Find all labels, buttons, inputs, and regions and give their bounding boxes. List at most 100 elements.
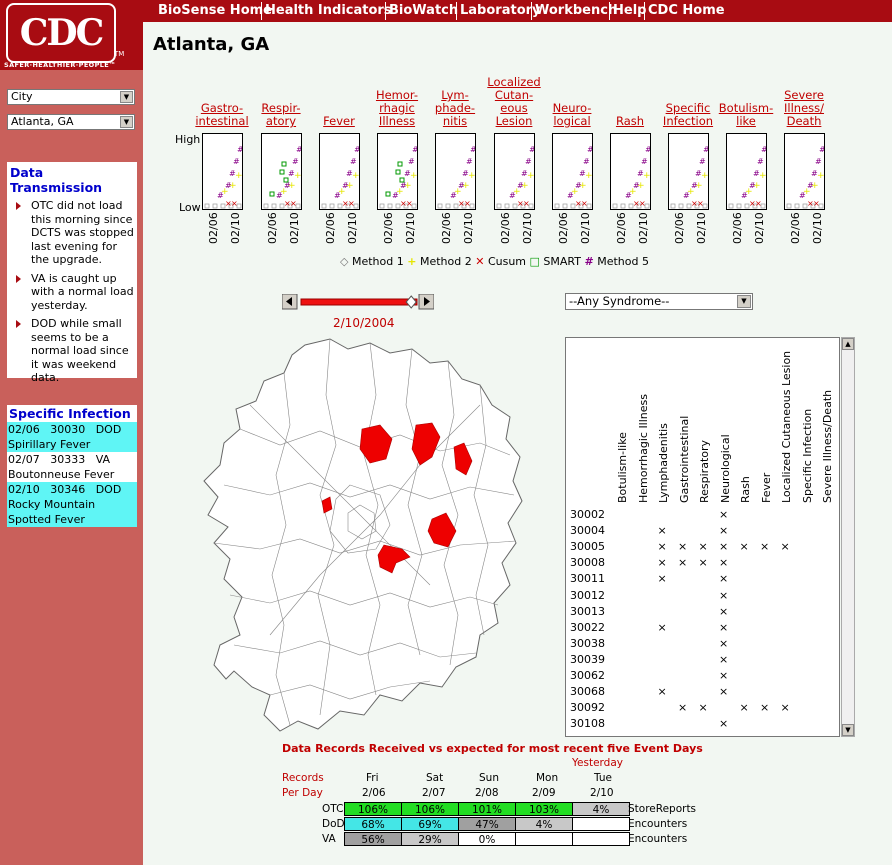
grid-zip-code[interactable]: 30008 bbox=[570, 556, 605, 569]
grid-zip-code[interactable]: 30011 bbox=[570, 572, 605, 585]
syndrome-link[interactable]: Respir- atory bbox=[261, 102, 300, 128]
grid-column-header: Localized Cutaneous Lesion bbox=[780, 350, 793, 503]
legend-symbol-icon: ◇ bbox=[340, 255, 349, 268]
mini-chart[interactable]: #####+++×× bbox=[784, 133, 826, 210]
grid-column-header: Fever bbox=[759, 472, 773, 503]
tick-label: 02/06 bbox=[557, 212, 570, 244]
grid-mark: × bbox=[719, 685, 729, 699]
method5-point: # bbox=[819, 145, 824, 154]
syndrome-link[interactable]: Hemor- rhagic Illness bbox=[376, 89, 418, 128]
method5-point: # bbox=[233, 157, 240, 166]
smart-point bbox=[395, 169, 401, 175]
grid-mark: × bbox=[657, 540, 667, 554]
specific-infection-item[interactable]: 02/06 30030 DOD Spirillary Fever bbox=[7, 422, 137, 452]
syndrome-zip-grid[interactable]: Botulism-like Hemorrhagic Illness Lymphade… bbox=[565, 337, 840, 737]
date-label: 2/06 bbox=[362, 787, 386, 799]
mini-chart[interactable]: #####+++×× bbox=[435, 133, 477, 210]
method1-point bbox=[204, 203, 210, 209]
chevron-down-icon[interactable]: ▼ bbox=[737, 295, 751, 308]
records-title: Data Records Received vs expected for mo… bbox=[282, 742, 703, 755]
specific-infection-title: Specific Infection bbox=[9, 406, 131, 421]
method2-point: + bbox=[346, 181, 354, 191]
syndrome-link[interactable]: Botulism- like bbox=[719, 102, 773, 128]
syndrome-select[interactable]: --Any Syndrome-- ▼ bbox=[565, 293, 753, 310]
mini-chart[interactable]: #####+++×× bbox=[377, 133, 419, 210]
grid-zip-code[interactable]: 30062 bbox=[570, 669, 605, 682]
grid-mark: × bbox=[719, 524, 729, 538]
grid-zip-code[interactable]: 30039 bbox=[570, 653, 605, 666]
cusum-point: × bbox=[464, 199, 471, 208]
smart-point bbox=[397, 161, 403, 167]
infection-meta: 02/06 30030 DOD bbox=[8, 422, 137, 437]
grid-zip-code[interactable]: 30108 bbox=[570, 717, 605, 730]
method2-point: + bbox=[338, 187, 346, 197]
method1-point bbox=[554, 203, 560, 209]
specific-infection-item[interactable]: 02/10 30346 DOD Rocky Mountain Spotted Fe… bbox=[7, 482, 137, 527]
grid-zip-code[interactable]: 30038 bbox=[570, 637, 605, 650]
grid-zip-code[interactable]: 30068 bbox=[570, 685, 605, 698]
infection-name: Boutonneuse Fever bbox=[8, 468, 115, 481]
syndrome-link[interactable]: Lym- phade- nitis bbox=[435, 89, 475, 128]
syndrome-link[interactable]: Neuro- logical bbox=[553, 102, 592, 128]
grid-mark: × bbox=[780, 701, 790, 715]
method2-point: + bbox=[759, 171, 766, 181]
method2-point: + bbox=[396, 187, 404, 197]
mini-chart[interactable]: #####+++×× bbox=[668, 133, 710, 210]
method2-point: + bbox=[811, 181, 819, 191]
method2-point: + bbox=[571, 187, 579, 197]
grid-zip-code[interactable]: 30013 bbox=[570, 605, 605, 618]
mini-chart[interactable]: #####+++×× bbox=[261, 133, 303, 210]
scroll-up-icon[interactable]: ▲ bbox=[842, 338, 854, 350]
scroll-down-icon[interactable]: ▼ bbox=[842, 724, 854, 736]
legend-symbol-icon: □ bbox=[529, 255, 540, 268]
method2-point: + bbox=[280, 187, 288, 197]
method5-point: # bbox=[237, 145, 242, 154]
grid-mark: × bbox=[657, 685, 667, 699]
mini-chart-plot: #####+++×× bbox=[263, 145, 303, 209]
syndrome-link[interactable]: Severe Illness/ Death bbox=[784, 89, 824, 128]
mini-chart[interactable]: #####+++×× bbox=[610, 133, 652, 210]
method2-point: + bbox=[695, 181, 703, 191]
tick-label: 02/10 bbox=[753, 212, 766, 244]
mini-chart[interactable]: #####+++×× bbox=[319, 133, 361, 210]
cusum-point: × bbox=[290, 199, 297, 208]
method1-point bbox=[496, 203, 502, 209]
grid-zip-code[interactable]: 30004 bbox=[570, 524, 605, 537]
method1-point bbox=[387, 203, 393, 209]
grid-mark: × bbox=[698, 701, 708, 715]
specific-infection-item[interactable]: 02/07 30333 VA Boutonneuse Fever bbox=[7, 452, 137, 482]
grid-zip-code[interactable]: 30092 bbox=[570, 701, 605, 714]
cusum-point: × bbox=[523, 199, 530, 208]
grid-zip-code[interactable]: 30012 bbox=[570, 589, 605, 602]
grid-mark: × bbox=[780, 540, 790, 554]
day-label: Sun bbox=[479, 772, 499, 784]
method1-point bbox=[329, 203, 335, 209]
grid-zip-code[interactable]: 30022 bbox=[570, 621, 605, 634]
slider-track[interactable] bbox=[300, 298, 418, 306]
slider-thumb[interactable] bbox=[405, 295, 417, 309]
record-type: Encounters bbox=[628, 818, 688, 830]
mini-chart[interactable]: #####+++×× bbox=[726, 133, 768, 210]
tick-label: 02/06 bbox=[324, 212, 337, 244]
method1-point bbox=[445, 203, 451, 209]
tick-label: 02/10 bbox=[404, 212, 417, 244]
method5-point: # bbox=[815, 157, 822, 166]
grid-zip-code[interactable]: 30002 bbox=[570, 508, 605, 521]
syndrome-link[interactable]: Rash bbox=[616, 115, 644, 128]
grid-zip-code[interactable]: 30005 bbox=[570, 540, 605, 553]
cusum-point: × bbox=[755, 199, 762, 208]
syndrome-link[interactable]: Fever bbox=[323, 115, 355, 128]
mini-chart[interactable]: #####+++×× bbox=[202, 133, 244, 210]
infection-zip: 30333 bbox=[50, 453, 86, 466]
date-label: 2/07 bbox=[422, 787, 446, 799]
syndrome-link[interactable]: Gastro- intestinal bbox=[195, 102, 248, 128]
mini-chart[interactable]: #####+++×× bbox=[552, 133, 594, 210]
zip-code-map[interactable] bbox=[180, 335, 525, 735]
method1-point bbox=[786, 203, 792, 209]
grid-scrollbar[interactable]: ▲ ▼ bbox=[841, 337, 855, 737]
syndrome-link[interactable]: Specific Infection bbox=[663, 102, 713, 128]
syndrome-link[interactable]: Localized Cutan- eous Lesion bbox=[487, 76, 540, 128]
transmission-note-text: DOD while small seems to be a normal loa… bbox=[31, 317, 129, 384]
date-slider[interactable] bbox=[281, 293, 435, 310]
mini-chart[interactable]: #####+++×× bbox=[494, 133, 536, 210]
